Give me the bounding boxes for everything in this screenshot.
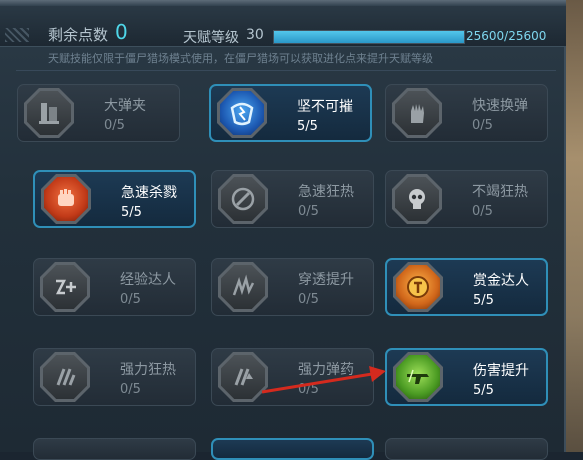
talent-name: 急速狂热 bbox=[298, 184, 354, 200]
divider bbox=[16, 70, 556, 71]
talent-name: 赏金达人 bbox=[473, 273, 529, 289]
pierce-icon bbox=[218, 262, 268, 312]
speed-icon bbox=[218, 174, 268, 224]
plus-icon bbox=[40, 262, 90, 312]
talent-card-penetration-boost[interactable]: 穿透提升 0/5 bbox=[211, 258, 374, 316]
talent-level: 5/5 bbox=[297, 119, 318, 134]
header-bar: 剩余点数 0 天赋等级 30 25600/25600 bbox=[0, 6, 566, 47]
talent-card-indestructible[interactable]: 坚不可摧 5/5 bbox=[209, 84, 372, 142]
talent-name: 快速换弹 bbox=[472, 98, 528, 114]
coin-icon bbox=[393, 262, 443, 312]
talent-name: 急速杀戮 bbox=[121, 185, 177, 201]
magazine-icon bbox=[24, 88, 74, 138]
hatch-decoration bbox=[5, 28, 29, 42]
talent-level: 0/5 bbox=[298, 292, 319, 307]
talent-card-row5-3[interactable] bbox=[385, 438, 548, 460]
ammo-icon bbox=[218, 352, 268, 402]
level-label: 天赋等级 bbox=[183, 30, 239, 46]
talent-name: 穿透提升 bbox=[298, 272, 354, 288]
talent-level: 5/5 bbox=[473, 383, 494, 398]
talent-level: 0/5 bbox=[120, 382, 141, 397]
talent-card-rapid-kill[interactable]: 急速杀戮 5/5 bbox=[33, 170, 196, 228]
talent-name: 经验达人 bbox=[120, 272, 176, 288]
gun-icon bbox=[393, 352, 443, 402]
talent-level: 0/5 bbox=[298, 204, 319, 219]
xp-progress-bar bbox=[273, 30, 465, 44]
talent-card-endless-frenzy[interactable]: 不竭狂热 0/5 bbox=[385, 170, 548, 228]
talent-card-bounty-expert[interactable]: 赏金达人 5/5 bbox=[385, 258, 548, 316]
talent-card-rapid-frenzy[interactable]: 急速狂热 0/5 bbox=[211, 170, 374, 228]
talent-name: 大弹夹 bbox=[104, 98, 146, 114]
talent-level: 0/5 bbox=[472, 118, 493, 133]
points-label: 剩余点数 bbox=[48, 26, 109, 44]
talent-name: 伤害提升 bbox=[473, 363, 529, 379]
points-value: 0 bbox=[115, 20, 128, 44]
talent-name: 强力弹药 bbox=[298, 362, 354, 378]
talent-level: 5/5 bbox=[121, 205, 142, 220]
shield-icon bbox=[217, 88, 267, 138]
xp-text: 25600/25600 bbox=[466, 29, 547, 43]
fist-icon bbox=[41, 174, 91, 224]
talent-level: 0/5 bbox=[104, 118, 125, 133]
info-note: 天赋技能仅限于僵尸猎场模式使用，在僵尸猎场可以获取进化点来提升天赋等级 bbox=[48, 52, 433, 65]
talent-card-power-frenzy[interactable]: 强力狂热 0/5 bbox=[33, 348, 196, 406]
talent-level: 5/5 bbox=[473, 293, 494, 308]
xp-progress-fill bbox=[274, 31, 464, 43]
level-value: 30 bbox=[246, 27, 264, 43]
hand-icon bbox=[392, 88, 442, 138]
talent-card-row5-1[interactable] bbox=[33, 438, 196, 460]
talent-card-large-magazine[interactable]: 大弹夹 0/5 bbox=[17, 84, 180, 142]
talent-card-fast-reload[interactable]: 快速换弹 0/5 bbox=[385, 84, 548, 142]
talent-card-row5-2[interactable] bbox=[211, 438, 374, 460]
skull-icon bbox=[392, 174, 442, 224]
talent-level: 0/5 bbox=[120, 292, 141, 307]
talent-card-power-ammo[interactable]: 强力弹药 0/5 bbox=[211, 348, 374, 406]
power-icon bbox=[40, 352, 90, 402]
talent-card-damage-boost[interactable]: 伤害提升 5/5 bbox=[385, 348, 548, 406]
talent-name: 不竭狂热 bbox=[472, 184, 528, 200]
talent-name: 强力狂热 bbox=[120, 362, 176, 378]
talent-level: 0/5 bbox=[472, 204, 493, 219]
talent-card-experience-expert[interactable]: 经验达人 0/5 bbox=[33, 258, 196, 316]
talent-name: 坚不可摧 bbox=[297, 99, 353, 115]
background-scene bbox=[566, 0, 583, 452]
talent-level: 0/5 bbox=[298, 382, 319, 397]
